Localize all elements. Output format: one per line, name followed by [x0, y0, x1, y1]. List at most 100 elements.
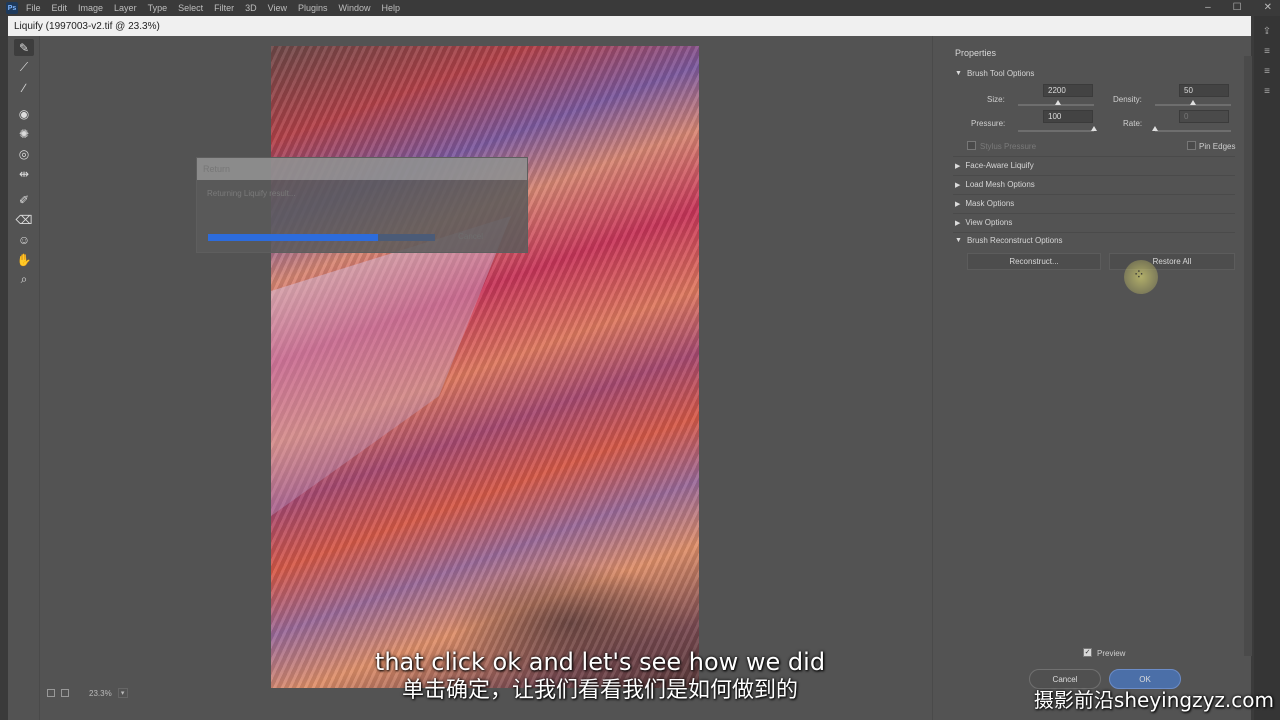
reconstruct-button[interactable]: Reconstruct... [967, 253, 1101, 270]
freeze-mask-icon: ✐ [18, 192, 30, 207]
forward-warp-icon: ✎ [18, 40, 30, 55]
menu-3d[interactable]: 3D [245, 3, 257, 13]
liquify-dialog: ✎ ⟋ ∕ ◉ ✺ ◎ ⇹ ✐ ⌫ ☺ ✋ ⌕ Return Returning… [8, 36, 1252, 720]
forward-warp-tool[interactable]: ✎ [14, 39, 34, 56]
face-aware-liquify-header[interactable]: ▶ Face-Aware Liquify [955, 161, 1034, 170]
menu-help[interactable]: Help [382, 3, 401, 13]
menu-view[interactable]: View [268, 3, 287, 13]
push-left-icon: ⇹ [18, 166, 30, 181]
mask-options-label: Mask Options [965, 199, 1015, 208]
size-slider[interactable] [1018, 100, 1094, 106]
properties-title: Properties [955, 48, 997, 58]
properties-panel: Properties ▼ Brush Tool Options Size: 22… [932, 36, 1252, 720]
smooth-icon: ∕ [22, 80, 25, 95]
brush-reconstruct-options-label: Brush Reconstruct Options [966, 236, 1063, 245]
panel-toggle-icon[interactable]: ≡ [1261, 46, 1273, 57]
pressure-input[interactable]: 100 [1043, 110, 1093, 123]
freeze-mask-tool[interactable]: ✐ [14, 191, 34, 208]
push-left-tool[interactable]: ⇹ [14, 165, 34, 182]
face-aware-liquify-label: Face-Aware Liquify [965, 161, 1034, 170]
menu-window[interactable]: Window [339, 3, 371, 13]
rate-slider-thumb[interactable] [1152, 126, 1158, 131]
density-input[interactable]: 50 [1179, 84, 1229, 97]
mask-options-header[interactable]: ▶ Mask Options [955, 199, 1014, 208]
pressure-label: Pressure: [971, 119, 1006, 128]
progress-cancel-button[interactable]: Cancel [458, 232, 483, 241]
twirl-tool[interactable]: ◉ [14, 105, 34, 122]
density-label: Density: [1113, 95, 1142, 104]
bloat-tool[interactable]: ◎ [14, 145, 34, 162]
density-slider-thumb[interactable] [1190, 100, 1196, 105]
view-options-label: View Options [965, 218, 1013, 227]
hand-tool[interactable]: ✋ [14, 251, 34, 268]
menu-select[interactable]: Select [178, 3, 203, 13]
progress-title: Return [197, 158, 527, 180]
face-icon: ☺ [17, 232, 31, 247]
busy-cursor-icon [1124, 260, 1158, 294]
reconstruct-tool[interactable]: ⟋ [14, 59, 34, 76]
left-edge-strip [0, 36, 8, 720]
progress-dialog: Return Returning Liquify result... Cance… [196, 157, 528, 253]
canvas-area[interactable]: Return Returning Liquify result... Cance… [41, 36, 931, 720]
menu-filter[interactable]: Filter [214, 3, 234, 13]
rate-input[interactable]: 0 [1179, 110, 1229, 123]
size-slider-thumb[interactable] [1054, 100, 1061, 105]
twirl-icon: ◉ [18, 106, 30, 121]
stylus-pressure-checkbox[interactable] [967, 141, 976, 150]
progress-message: Returning Liquify result... [207, 189, 296, 198]
menu-layer[interactable]: Layer [114, 3, 137, 13]
minimize-icon[interactable]: – [1205, 2, 1211, 13]
menu-plugins[interactable]: Plugins [298, 3, 328, 13]
pin-edges-label: Pin Edges [1199, 142, 1236, 151]
brush-tool-options-label: Brush Tool Options [966, 69, 1035, 78]
pressure-slider-thumb[interactable] [1091, 126, 1097, 131]
collapsed-triangle-icon: ▶ [955, 219, 961, 227]
face-tool[interactable]: ☺ [14, 231, 34, 248]
brush-tool-options-header[interactable]: ▼ Brush Tool Options [955, 69, 1034, 78]
load-mesh-options-header[interactable]: ▶ Load Mesh Options [955, 180, 1035, 189]
menu-image[interactable]: Image [78, 3, 103, 13]
collapsed-triangle-icon: ▶ [955, 181, 961, 189]
subtitle-english: that click ok and let's see how we did [374, 648, 826, 676]
density-slider[interactable] [1155, 100, 1231, 106]
pressure-slider[interactable] [1018, 126, 1097, 132]
rate-label: Rate: [1123, 119, 1143, 128]
maximize-icon[interactable]: ☐ [1233, 2, 1242, 13]
progress-bar [208, 234, 435, 241]
panel-scrollbar[interactable] [1244, 56, 1252, 656]
canvas-image[interactable] [271, 46, 699, 688]
hand-icon: ✋ [16, 252, 32, 267]
thaw-mask-icon: ⌫ [15, 212, 33, 227]
pin-edges-checkbox[interactable] [1187, 141, 1196, 150]
photoshop-logo-icon: Ps [6, 2, 18, 14]
menu-file[interactable]: File [26, 3, 41, 13]
zoom-icon: ⌕ [20, 272, 28, 286]
photoshop-menubar: Ps File Edit Image Layer Type Select Fil… [0, 0, 1280, 16]
share-icon[interactable]: ⇪ [1261, 26, 1273, 37]
watermark: 摄影前沿sheyingzyz.com [1033, 688, 1274, 712]
panel-toggle-icon-3[interactable]: ≡ [1261, 86, 1273, 97]
zoom-tool[interactable]: ⌕ [14, 271, 34, 288]
expanded-triangle-icon: ▼ [955, 70, 962, 77]
size-input[interactable]: 2200 [1043, 84, 1093, 97]
pucker-tool[interactable]: ✺ [14, 125, 34, 142]
panel-toggle-icon-2[interactable]: ≡ [1261, 66, 1273, 77]
thaw-mask-tool[interactable]: ⌫ [14, 211, 34, 228]
view-options-header[interactable]: ▶ View Options [955, 218, 1012, 227]
menu-type[interactable]: Type [148, 3, 168, 13]
brush-reconstruct-options-header[interactable]: ▼ Brush Reconstruct Options [955, 236, 1063, 245]
size-label: Size: [987, 95, 1005, 104]
liquify-toolbar: ✎ ⟋ ∕ ◉ ✺ ◎ ⇹ ✐ ⌫ ☺ ✋ ⌕ [8, 36, 40, 720]
collapsed-triangle-icon: ▶ [955, 162, 961, 170]
rate-slider[interactable] [1152, 126, 1231, 132]
window-controls: – ☐ ✕ [1205, 2, 1272, 13]
pucker-icon: ✺ [18, 126, 30, 141]
reconstruct-icon: ⟋ [19, 60, 29, 74]
stylus-pressure-label: Stylus Pressure [980, 142, 1037, 151]
menu-edit[interactable]: Edit [52, 3, 68, 13]
smooth-tool[interactable]: ∕ [14, 79, 34, 96]
progress-bar-fill [208, 234, 379, 241]
liquify-titlebar: Liquify (1997003-v2.tif @ 23.3%) [8, 16, 1251, 36]
close-icon[interactable]: ✕ [1264, 2, 1272, 13]
expanded-triangle-icon: ▼ [955, 237, 962, 244]
